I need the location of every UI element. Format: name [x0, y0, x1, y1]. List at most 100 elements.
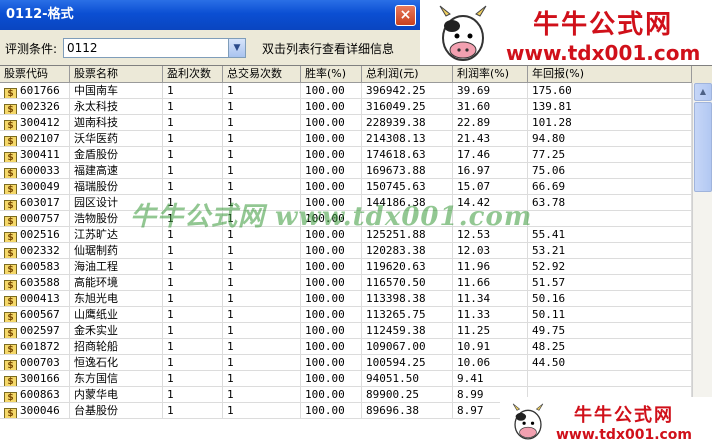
cell-name: 永太科技 [70, 99, 163, 115]
cell-profit: 116570.50 [362, 275, 453, 291]
stock-code: 000703 [20, 356, 60, 369]
cell-trades: 1 [223, 99, 301, 115]
stock-code: 600567 [20, 308, 60, 321]
cell-wins: 1 [163, 131, 223, 147]
column-header-margin[interactable]: 利润率(%) [453, 66, 528, 83]
cell-margin: 10.91 [453, 339, 528, 355]
cell-trades: 1 [223, 403, 301, 419]
cell-winrate: 100.00 [301, 243, 362, 259]
dollar-icon: $ [4, 248, 17, 258]
column-header-code[interactable]: 股票代码 [0, 66, 70, 83]
stock-code: 002326 [20, 100, 60, 113]
cell-trades: 1 [223, 323, 301, 339]
cell-code: $603588 [0, 275, 70, 291]
cell-name: 仙琚制药 [70, 243, 163, 259]
cell-margin: 31.60 [453, 99, 528, 115]
cell-profit: 396942.25 [362, 83, 453, 99]
table-row[interactable]: $600567 山鹰纸业 1 1 100.00 113265.75 11.33 50.11 [0, 307, 692, 323]
cell-wins: 1 [163, 339, 223, 355]
cell-code: $603017 [0, 195, 70, 211]
table-row[interactable]: $603588 高能环境 1 1 100.00 116570.50 11.66 51.57 [0, 275, 692, 291]
cell-code: $002332 [0, 243, 70, 259]
cell-code: $600863 [0, 387, 70, 403]
table-row[interactable]: $600033 福建高速 1 1 100.00 169673.88 16.97 75.06 [0, 163, 692, 179]
dollar-icon: $ [4, 120, 17, 130]
cell-margin: 11.25 [453, 323, 528, 339]
table-row[interactable]: $601872 招商轮船 1 1 100.00 109067.00 10.91 48.25 [0, 339, 692, 355]
cell-wins: 1 [163, 355, 223, 371]
cell-winrate: 100.00 [301, 99, 362, 115]
table-row[interactable]: $000703 恒逸石化 1 1 100.00 100594.25 10.06 44.50 [0, 355, 692, 371]
watermark: 牛牛公式网 www.tdx001.com [130, 202, 533, 232]
cell-wins: 1 [163, 291, 223, 307]
dollar-icon: $ [4, 392, 17, 402]
cell-name: 金盾股份 [70, 147, 163, 163]
column-header-trades[interactable]: 总交易次数 [223, 66, 301, 83]
table-row[interactable]: $600583 海油工程 1 1 100.00 119620.63 11.96 52.92 [0, 259, 692, 275]
cell-wins: 1 [163, 243, 223, 259]
cell-name: 福瑞股份 [70, 179, 163, 195]
column-header-winrate[interactable]: 胜率(%) [301, 66, 362, 83]
table-row[interactable]: $000413 东旭光电 1 1 100.00 113398.38 11.34 50.16 [0, 291, 692, 307]
table-row[interactable]: $300411 金盾股份 1 1 100.00 174618.63 17.46 77.25 [0, 147, 692, 163]
table-row[interactable]: $300166 东方国信 1 1 100.00 94051.50 9.41 [0, 371, 692, 387]
cell-winrate: 100.00 [301, 339, 362, 355]
vertical-scrollbar[interactable]: ▲ [692, 83, 712, 447]
cell-winrate: 100.00 [301, 275, 362, 291]
table-row[interactable]: $002326 永太科技 1 1 100.00 316049.25 31.60 139.81 [0, 99, 692, 115]
cell-name: 山鹰纸业 [70, 307, 163, 323]
cell-margin: 11.33 [453, 307, 528, 323]
cell-code: $600567 [0, 307, 70, 323]
table-row[interactable]: $601766 中国南车 1 1 100.00 396942.25 39.69 175.60 [0, 83, 692, 99]
cell-trades: 1 [223, 147, 301, 163]
table-row[interactable]: $002107 沃华医药 1 1 100.00 214308.13 21.43 94.80 [0, 131, 692, 147]
cell-profit: 169673.88 [362, 163, 453, 179]
cell-wins: 1 [163, 275, 223, 291]
stock-code: 300411 [20, 148, 60, 161]
dollar-icon: $ [4, 408, 17, 418]
cell-winrate: 100.00 [301, 387, 362, 403]
table-row[interactable]: $002597 金禾实业 1 1 100.00 112459.38 11.25 49.75 [0, 323, 692, 339]
scroll-thumb[interactable] [694, 102, 712, 192]
cell-trades: 1 [223, 243, 301, 259]
column-header-profit[interactable]: 总利润(元) [362, 66, 453, 83]
cell-winrate: 100.00 [301, 259, 362, 275]
logo-url: www.tdx001.com [506, 40, 701, 65]
stock-code: 603588 [20, 276, 60, 289]
stock-code: 601872 [20, 340, 60, 353]
cell-winrate: 100.00 [301, 307, 362, 323]
cell-winrate: 100.00 [301, 115, 362, 131]
cell-name: 迦南科技 [70, 115, 163, 131]
column-header-name[interactable]: 股票名称 [70, 66, 163, 83]
cell-profit: 112459.38 [362, 323, 453, 339]
cell-code: $600583 [0, 259, 70, 275]
condition-select[interactable]: 0112 ▼ [63, 38, 246, 58]
table-row[interactable]: $300049 福瑞股份 1 1 100.00 150745.63 15.07 66.69 [0, 179, 692, 195]
cell-profit: 119620.63 [362, 259, 453, 275]
table-row[interactable]: $300412 迦南科技 1 1 100.00 228939.38 22.89 101.28 [0, 115, 692, 131]
cell-trades: 1 [223, 83, 301, 99]
scroll-up-icon[interactable]: ▲ [694, 83, 712, 101]
cell-profit: 113398.38 [362, 291, 453, 307]
table-row[interactable]: $002332 仙琚制药 1 1 100.00 120283.38 12.03 53.21 [0, 243, 692, 259]
cell-annual: 48.25 [528, 339, 692, 355]
cell-code: $000703 [0, 355, 70, 371]
cell-name: 招商轮船 [70, 339, 163, 355]
cell-profit: 109067.00 [362, 339, 453, 355]
column-header-annual[interactable]: 年回报(%) [528, 66, 692, 83]
close-button[interactable]: × [395, 5, 416, 26]
cell-name: 海油工程 [70, 259, 163, 275]
cell-margin: 15.07 [453, 179, 528, 195]
cell-code: $601766 [0, 83, 70, 99]
logo-title: 牛牛公式网 [574, 405, 674, 426]
cell-wins: 1 [163, 163, 223, 179]
cell-wins: 1 [163, 99, 223, 115]
cell-annual: 75.06 [528, 163, 692, 179]
cell-code: $002597 [0, 323, 70, 339]
chevron-down-icon[interactable]: ▼ [228, 39, 245, 57]
column-header-wins[interactable]: 盈利次数 [163, 66, 223, 83]
cell-margin: 21.43 [453, 131, 528, 147]
cell-trades: 1 [223, 275, 301, 291]
cell-annual [528, 211, 692, 227]
dollar-icon: $ [4, 312, 17, 322]
